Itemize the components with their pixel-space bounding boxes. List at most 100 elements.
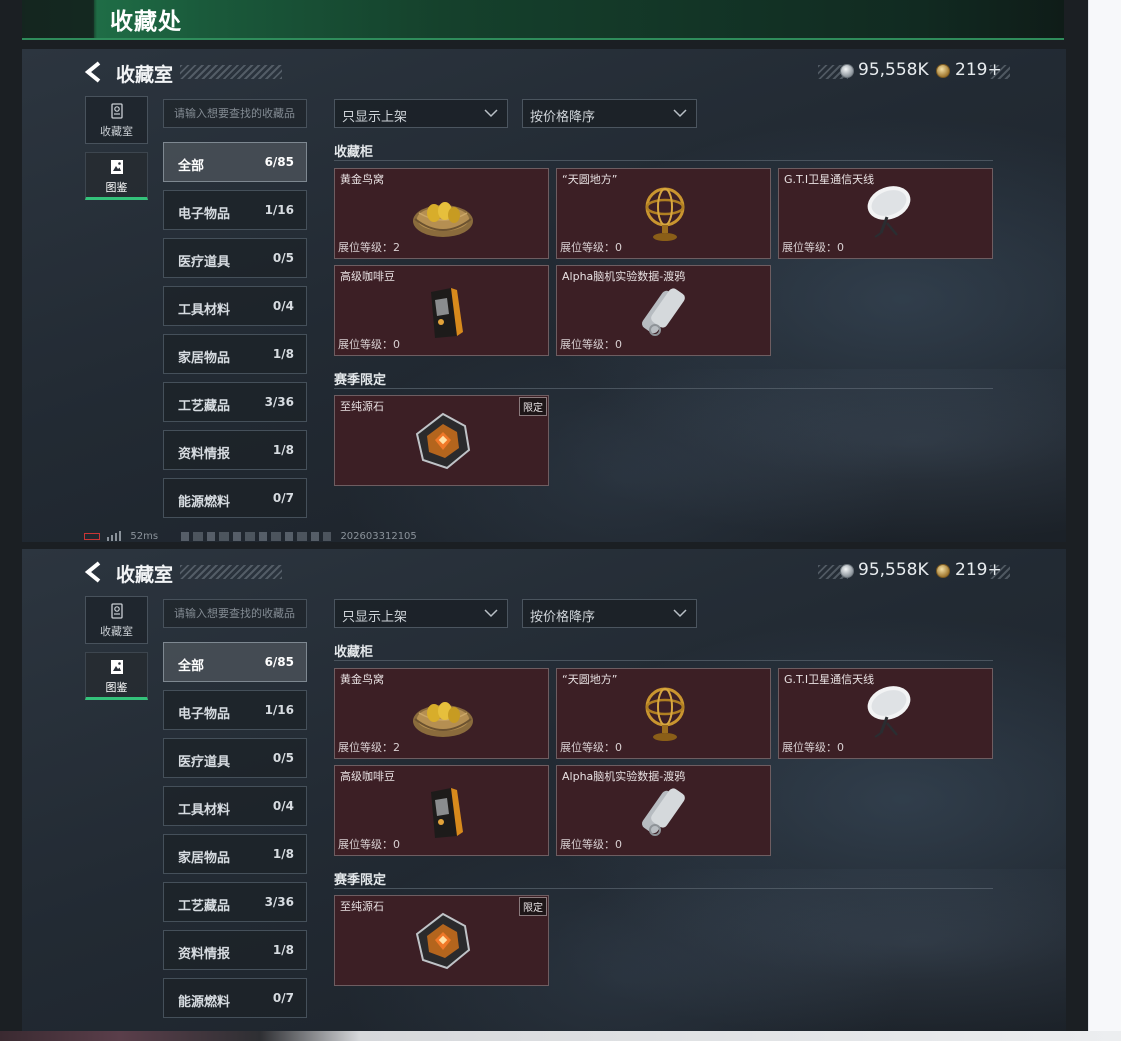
category-count: 3/36 bbox=[264, 395, 294, 409]
item-card-golden-nest[interactable]: 黄金鸟窝 展位等级：2 bbox=[334, 668, 549, 759]
right-edge-strip bbox=[1088, 0, 1121, 1041]
search-input[interactable] bbox=[163, 599, 307, 628]
armillary-sphere-icon bbox=[645, 187, 685, 241]
coffee-bag-icon bbox=[431, 288, 463, 338]
item-card-armillary[interactable]: “天圆地方” 展位等级：0 bbox=[556, 168, 771, 259]
build-number: 202603312105 bbox=[340, 531, 417, 542]
tab-codex-label: 图鉴 bbox=[105, 181, 128, 194]
item-level: 展位等级：0 bbox=[560, 838, 622, 851]
item-card-alpha-data[interactable]: Alpha脑机实验数据-渡鸦 展位等级：0 bbox=[556, 765, 771, 856]
shelf-filter-dropdown[interactable]: 只显示上架 bbox=[334, 99, 508, 128]
bird-nest-icon bbox=[413, 202, 473, 237]
item-card-pure-source-stone[interactable]: 至纯源石 限定 bbox=[334, 395, 549, 486]
category-count: 3/36 bbox=[264, 895, 294, 909]
category-label: 能源燃料 bbox=[178, 495, 231, 510]
category-count: 1/8 bbox=[272, 847, 294, 861]
sort-value: 按价格降序 bbox=[530, 110, 596, 125]
section-season: 赛季限定 bbox=[334, 869, 993, 889]
sort-value: 按价格降序 bbox=[530, 610, 596, 625]
category-tools[interactable]: 工具材料 0/4 bbox=[163, 786, 307, 826]
category-count: 0/5 bbox=[272, 751, 294, 765]
category-label: 医疗道具 bbox=[178, 755, 231, 770]
signal-icon bbox=[107, 531, 122, 541]
sort-dropdown[interactable]: 按价格降序 bbox=[522, 599, 697, 628]
ping-value: 52ms bbox=[130, 531, 159, 542]
item-name: 高级咖啡豆 bbox=[340, 770, 395, 783]
category-count: 1/8 bbox=[272, 943, 294, 957]
category-crafts[interactable]: 工艺藏品 3/36 bbox=[163, 882, 307, 922]
category-energy[interactable]: 能源燃料 0/7 bbox=[163, 478, 307, 518]
item-level: 展位等级：0 bbox=[338, 338, 400, 351]
back-button[interactable] bbox=[84, 561, 106, 583]
category-label: 电子物品 bbox=[178, 207, 231, 222]
category-label: 工艺藏品 bbox=[178, 399, 231, 414]
item-card-satellite-antenna[interactable]: G.T.I卫星通信天线 展位等级：0 bbox=[778, 668, 993, 759]
item-card-coffee-beans[interactable]: 高级咖啡豆 展位等级：0 bbox=[334, 265, 549, 356]
item-card-armillary[interactable]: “天圆地方” 展位等级：0 bbox=[556, 668, 771, 759]
category-all[interactable]: 全部 6/85 bbox=[163, 642, 307, 682]
item-name: 黄金鸟窝 bbox=[340, 173, 384, 186]
tab-collection-room[interactable]: 收藏室 bbox=[85, 596, 148, 644]
armillary-sphere-icon bbox=[645, 687, 685, 741]
item-name: 高级咖啡豆 bbox=[340, 270, 395, 283]
category-crafts[interactable]: 工艺藏品 3/36 bbox=[163, 382, 307, 422]
chevron-down-icon bbox=[484, 109, 498, 118]
item-name: 至纯源石 bbox=[340, 400, 384, 413]
silver-coin-icon bbox=[840, 564, 854, 578]
category-intel[interactable]: 资料情报 1/8 bbox=[163, 430, 307, 470]
back-button[interactable] bbox=[84, 61, 106, 83]
category-label: 医疗道具 bbox=[178, 255, 231, 270]
category-energy[interactable]: 能源燃料 0/7 bbox=[163, 978, 307, 1018]
page-title: 收藏室 bbox=[116, 564, 174, 586]
category-tools[interactable]: 工具材料 0/4 bbox=[163, 286, 307, 326]
shelf-filter-dropdown[interactable]: 只显示上架 bbox=[334, 599, 508, 628]
top-banner: 收藏处 bbox=[22, 0, 1064, 40]
gold-coin-icon bbox=[936, 64, 950, 78]
category-medical[interactable]: 医疗道具 0/5 bbox=[163, 238, 307, 278]
picture-book-icon bbox=[110, 160, 123, 174]
data-canister-icon bbox=[641, 288, 685, 336]
item-card-pure-source-stone[interactable]: 至纯源石 限定 bbox=[334, 895, 549, 986]
item-card-satellite-antenna[interactable]: G.T.I卫星通信天线 展位等级：0 bbox=[778, 168, 993, 259]
item-level: 展位等级：2 bbox=[338, 241, 400, 254]
trophy-icon bbox=[110, 603, 123, 619]
category-count: 0/7 bbox=[272, 991, 294, 1005]
item-name: “天圆地方” bbox=[562, 673, 618, 686]
category-medical[interactable]: 医疗道具 0/5 bbox=[163, 738, 307, 778]
silver-currency-value: 95,558K bbox=[858, 60, 929, 80]
category-label: 全部 bbox=[178, 659, 205, 674]
item-name: “天圆地方” bbox=[562, 173, 618, 186]
category-label: 家居物品 bbox=[178, 851, 231, 866]
item-level: 展位等级：0 bbox=[782, 741, 844, 754]
category-electronics[interactable]: 电子物品 1/16 bbox=[163, 690, 307, 730]
item-card-coffee-beans[interactable]: 高级咖啡豆 展位等级：0 bbox=[334, 765, 549, 856]
item-level: 展位等级：2 bbox=[338, 741, 400, 754]
sort-dropdown[interactable]: 按价格降序 bbox=[522, 99, 697, 128]
search-input[interactable] bbox=[163, 99, 307, 128]
item-level: 展位等级：0 bbox=[338, 838, 400, 851]
category-household[interactable]: 家居物品 1/8 bbox=[163, 334, 307, 374]
item-level: 展位等级：0 bbox=[560, 741, 622, 754]
source-stone-icon bbox=[415, 912, 471, 970]
category-electronics[interactable]: 电子物品 1/16 bbox=[163, 190, 307, 230]
tab-codex[interactable]: 图鉴 bbox=[85, 652, 148, 700]
section-cabinet: 收藏柜 bbox=[334, 141, 993, 161]
section-season: 赛季限定 bbox=[334, 369, 993, 389]
category-household[interactable]: 家居物品 1/8 bbox=[163, 834, 307, 874]
category-intel[interactable]: 资料情报 1/8 bbox=[163, 930, 307, 970]
category-label: 资料情报 bbox=[178, 447, 231, 462]
tab-collection-room[interactable]: 收藏室 bbox=[85, 96, 148, 144]
collection-panel-2: 收藏室 95,558K 219+ 收藏室 图鉴 只显示上架 按价格降序 全部6/… bbox=[22, 549, 1066, 1041]
back-chevron-icon bbox=[84, 561, 101, 583]
section-cabinet: 收藏柜 bbox=[334, 641, 993, 661]
item-card-golden-nest[interactable]: 黄金鸟窝 展位等级：2 bbox=[334, 168, 549, 259]
category-all[interactable]: 全部 6/85 bbox=[163, 142, 307, 182]
category-label: 电子物品 bbox=[178, 707, 231, 722]
bird-nest-icon bbox=[413, 702, 473, 737]
item-card-alpha-data[interactable]: Alpha脑机实验数据-渡鸦 展位等级：0 bbox=[556, 265, 771, 356]
category-label: 资料情报 bbox=[178, 947, 231, 962]
category-label: 全部 bbox=[178, 159, 205, 174]
limited-badge: 限定 bbox=[519, 897, 547, 916]
silver-currency-value: 95,558K bbox=[858, 560, 929, 580]
tab-codex[interactable]: 图鉴 bbox=[85, 152, 148, 200]
